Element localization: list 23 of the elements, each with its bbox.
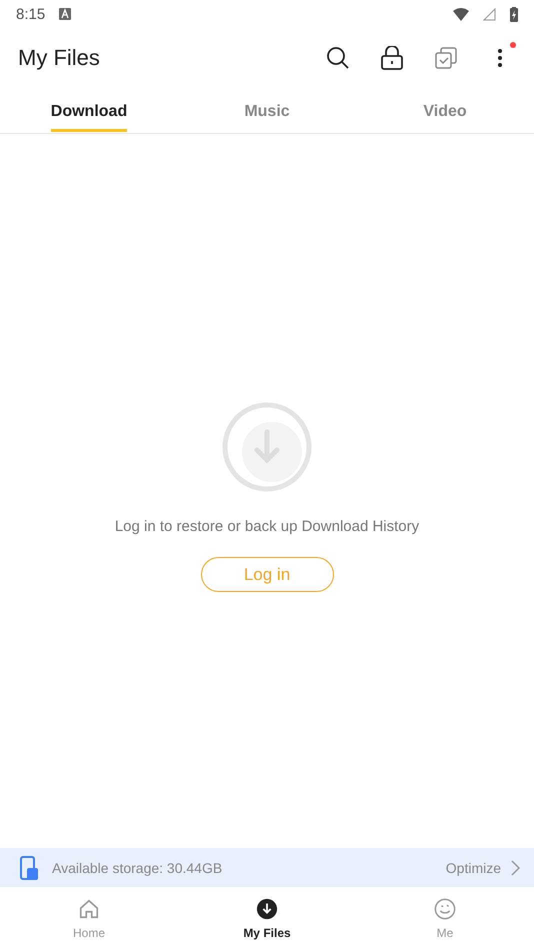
- more-icon: [498, 49, 502, 67]
- phone-storage-icon: [20, 856, 38, 880]
- tab[interactable]: Video: [356, 88, 534, 133]
- login-button[interactable]: Log in: [200, 557, 334, 592]
- nav-item[interactable]: Home: [0, 887, 178, 950]
- wifi-icon: [453, 8, 469, 20]
- optimize-link[interactable]: Optimize: [446, 860, 520, 876]
- chevron-right-icon: [511, 860, 520, 876]
- download-icon: [222, 402, 312, 492]
- tab[interactable]: Download: [0, 88, 178, 133]
- download-icon: [256, 898, 278, 920]
- nav-item[interactable]: My Files: [178, 887, 356, 950]
- battery-icon: [510, 6, 518, 22]
- notification-icon: [59, 8, 72, 20]
- storage-text: Available storage: 30.44GB: [52, 860, 224, 876]
- empty-message: Log in to restore or back up Download History: [114, 518, 420, 535]
- tab[interactable]: Music: [178, 88, 356, 133]
- page-title: My Files: [18, 45, 101, 71]
- status-time: 8:15: [16, 6, 46, 22]
- signal-icon: [483, 8, 496, 20]
- smiley-icon: [434, 898, 456, 920]
- nav-item[interactable]: Me: [356, 887, 534, 950]
- home-icon: [78, 898, 100, 920]
